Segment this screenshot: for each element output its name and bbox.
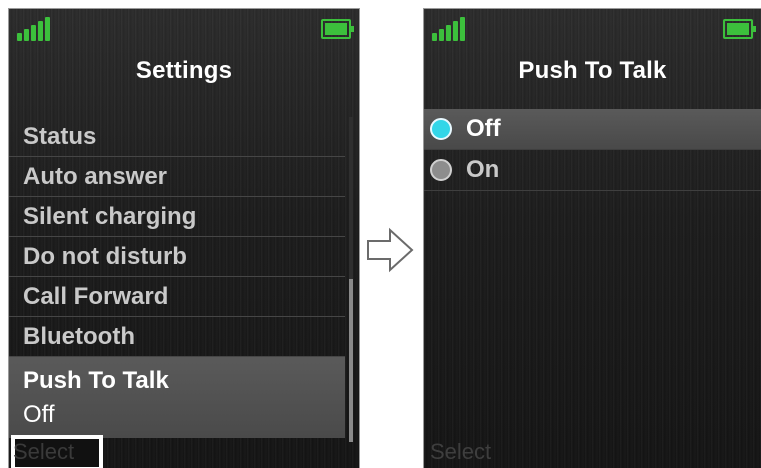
radio-unselected-icon [430, 159, 452, 181]
settings-menu: Status Auto answer Silent charging Do no… [9, 117, 345, 438]
status-bar [424, 15, 761, 41]
option-off[interactable]: Off [424, 109, 761, 150]
menu-item-label: Do not disturb [23, 242, 187, 270]
menu-item-label: Status [23, 122, 97, 150]
push-to-talk-screen: Push To Talk Off On Select [423, 8, 761, 468]
page: Settings Status Auto answer Silent charg… [0, 0, 761, 468]
menu-item-label: Call Forward [23, 282, 169, 310]
screen-title: Push To Talk [518, 57, 667, 84]
menu-item-bluetooth[interactable]: Bluetooth [9, 317, 345, 357]
menu-item-label: Bluetooth [23, 322, 135, 350]
settings-screen: Settings Status Auto answer Silent charg… [8, 8, 360, 468]
battery-icon [321, 19, 354, 39]
right-arrow-icon [367, 227, 414, 273]
signal-strength-icon [432, 17, 466, 41]
screen-title: Settings [135, 57, 233, 84]
menu-item-do-not-disturb[interactable]: Do not disturb [9, 237, 345, 277]
menu-item-call-forward[interactable]: Call Forward [9, 277, 345, 317]
status-bar [9, 15, 359, 41]
menu-item-label: Push To Talk [23, 366, 169, 394]
signal-strength-icon [17, 17, 51, 41]
menu-item-value: Off [23, 400, 55, 428]
menu-item-silent-charging[interactable]: Silent charging [9, 197, 345, 237]
select-softkey[interactable]: Select [430, 435, 491, 468]
menu-item-push-to-talk[interactable]: Push To Talk Off [9, 357, 345, 438]
scrollbar[interactable] [349, 117, 353, 442]
radio-selected-icon [430, 118, 452, 140]
menu-item-status[interactable]: Status [9, 117, 345, 157]
option-label: Off [466, 115, 501, 142]
select-softkey[interactable]: Select [13, 435, 74, 468]
menu-item-label: Auto answer [23, 162, 168, 190]
menu-item-auto-answer[interactable]: Auto answer [9, 157, 345, 197]
ptt-options: Off On [424, 109, 761, 191]
scrollbar-thumb[interactable] [349, 279, 353, 442]
menu-item-label: Silent charging [23, 202, 197, 230]
battery-icon [723, 19, 756, 39]
option-label: On [466, 156, 500, 183]
option-on[interactable]: On [424, 150, 761, 191]
